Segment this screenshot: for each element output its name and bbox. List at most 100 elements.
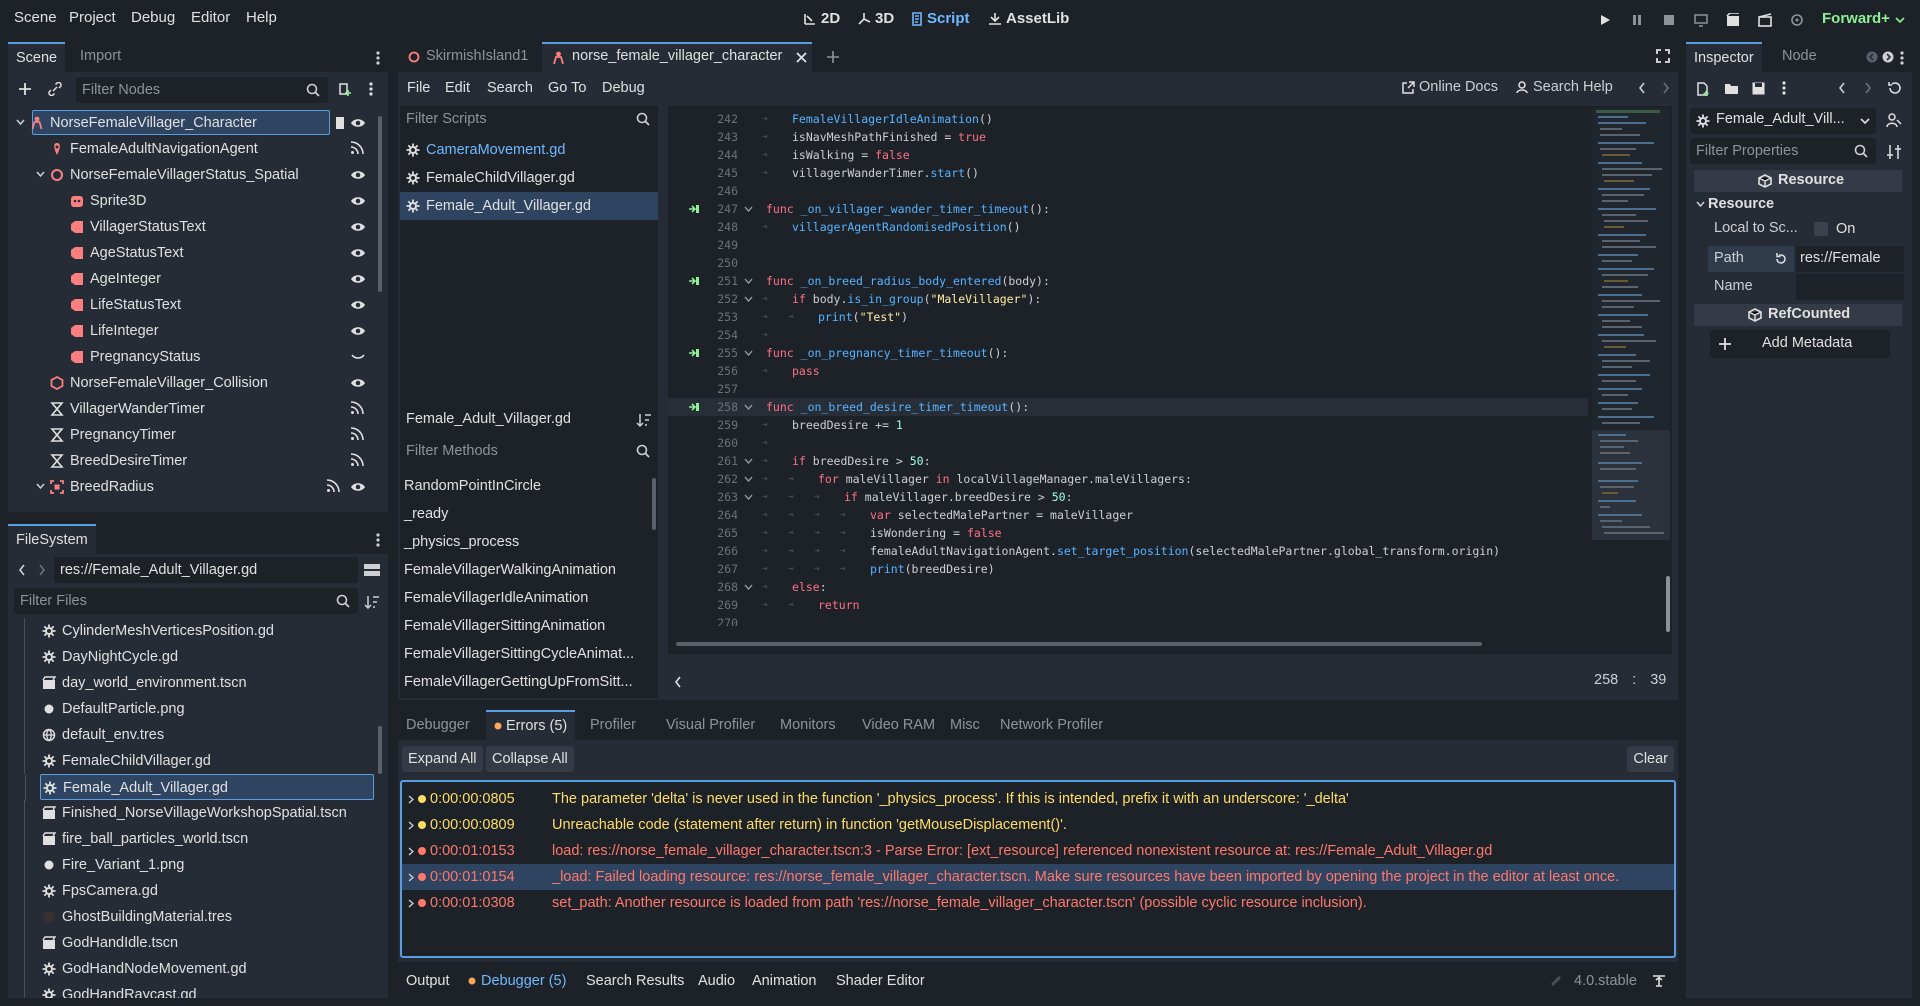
new-resource-icon[interactable]: [1696, 82, 1710, 96]
visibility-eye-icon[interactable]: [350, 271, 366, 287]
method-list-item[interactable]: FemaleVillagerIdleAnimation: [400, 584, 650, 612]
method-list-item[interactable]: FemaleVillagerSittingCycleAnimat...: [400, 640, 650, 668]
scene-tree-node[interactable]: LifeStatusText: [16, 292, 372, 318]
remote-debug-button[interactable]: [1690, 10, 1712, 30]
file-item[interactable]: default_env.tres: [14, 722, 374, 748]
back-arrow-icon[interactable]: [18, 564, 26, 576]
file-item[interactable]: FpsCamera.gd: [14, 878, 374, 904]
name-value-field[interactable]: [1796, 274, 1904, 300]
code-line[interactable]: 270: [668, 614, 1588, 626]
filter-methods-input[interactable]: Filter Methods: [400, 438, 658, 464]
code-line[interactable]: 269 ⇥ ⇥ return: [668, 596, 1588, 614]
fold-arrow-icon[interactable]: [744, 494, 753, 501]
file-item[interactable]: GodHandNodeMovement.gd: [14, 956, 374, 982]
visibility-eye-icon[interactable]: [350, 245, 366, 261]
add-node-button[interactable]: [14, 78, 36, 100]
scene-menu-button[interactable]: [360, 78, 382, 100]
scene-tree-node[interactable]: BreedDesireTimer: [16, 448, 372, 474]
connected-signal-icon[interactable]: [688, 347, 700, 359]
code-line[interactable]: 250: [668, 254, 1588, 272]
tab-audio[interactable]: Audio: [692, 966, 741, 996]
tab-filesystem[interactable]: FileSystem: [8, 524, 96, 554]
file-item[interactable]: CylinderMeshVerticesPosition.gd: [14, 618, 374, 644]
add-metadata-button[interactable]: Add Metadata: [1710, 330, 1890, 358]
split-view-icon[interactable]: [364, 563, 380, 577]
expand-arrow-icon[interactable]: [408, 847, 414, 856]
code-line[interactable]: 246: [668, 182, 1588, 200]
file-item[interactable]: Female_Adult_Villager.gd: [25, 774, 374, 801]
online-docs-button[interactable]: Online Docs: [1402, 79, 1498, 95]
code-line[interactable]: 252 ⇥ if body.is_in_group("MaleVillager"):: [668, 290, 1588, 308]
file-tree-scrollbar[interactable]: [378, 726, 382, 774]
scene-tab-norse-female-villager[interactable]: norse_female_villager_character: [542, 42, 812, 72]
history-back-icon[interactable]: [1838, 82, 1846, 94]
method-list-item[interactable]: FemaleVillagerWalkingAnimation: [400, 556, 650, 584]
error-entry[interactable]: 0:00:00:0805 The parameter 'delta' is nev…: [402, 786, 1674, 812]
scene-tree-node[interactable]: AgeInteger: [16, 266, 372, 292]
script-menu-goto[interactable]: Go To: [548, 80, 586, 96]
script-menu-search[interactable]: Search: [487, 80, 533, 96]
filter-files-input[interactable]: Filter Files: [14, 588, 358, 614]
scene-tree-node[interactable]: AgeStatusText: [16, 240, 372, 266]
tab-import[interactable]: Import: [72, 42, 129, 72]
tab-misc[interactable]: Misc: [944, 710, 986, 740]
expand-arrow-icon[interactable]: [408, 873, 414, 882]
minimap[interactable]: [1592, 108, 1670, 540]
signal-connection-icon[interactable]: [350, 453, 366, 469]
connected-signal-icon[interactable]: [688, 401, 700, 413]
code-line[interactable]: 245 ⇥ villagerWanderTimer.start(): [668, 164, 1588, 182]
dock-menu-icon[interactable]: [1900, 50, 1904, 66]
stop-button[interactable]: [1658, 10, 1680, 30]
dock-right-icon[interactable]: [1882, 51, 1894, 63]
tab-debugger[interactable]: Debugger: [400, 710, 476, 740]
expand-arrow-icon[interactable]: [408, 795, 414, 804]
method-list-item[interactable]: FemaleVillagerGettingUpFromSitt...: [400, 668, 650, 696]
scene-tree-node[interactable]: Sprite3D: [16, 188, 372, 214]
code-line[interactable]: 258 func _on_breed_desire_timer_timeout()…: [668, 398, 1588, 416]
script-list-item[interactable]: FemaleChildVillager.gd: [400, 164, 658, 192]
filter-properties-input[interactable]: Filter Properties: [1690, 138, 1876, 164]
menu-project[interactable]: Project: [69, 9, 116, 26]
inspected-object-selector[interactable]: Female_Adult_Vill...: [1690, 108, 1876, 134]
visibility-eye-icon[interactable]: [350, 115, 366, 131]
add-scene-tab-icon[interactable]: [826, 50, 840, 64]
scene-tree-node[interactable]: FemaleAdultNavigationAgent: [16, 136, 372, 162]
sort-icon[interactable]: [364, 594, 380, 610]
scene-tree-node[interactable]: VillagerStatusText: [16, 214, 372, 240]
tab-scene[interactable]: Scene: [8, 42, 66, 72]
open-folder-icon[interactable]: [1724, 82, 1739, 95]
method-list-item[interactable]: RandomPointInCircle: [400, 472, 650, 500]
tab-errors[interactable]: Errors (5): [486, 710, 576, 740]
fold-arrow-icon[interactable]: [744, 476, 753, 483]
file-item[interactable]: DefaultParticle.png: [14, 696, 374, 722]
expand-arrow-icon[interactable]: [408, 899, 414, 908]
signal-connection-icon[interactable]: [326, 479, 342, 495]
scene-tree-node[interactable]: NorseFemaleVillager_Collision: [16, 370, 372, 396]
menu-scene[interactable]: Scene: [14, 9, 57, 26]
code-line[interactable]: 264 ⇥ ⇥ ⇥ ⇥ var selectedMalePartner = maleVil…: [668, 506, 1588, 524]
visibility-eye-icon[interactable]: [350, 323, 366, 339]
close-icon[interactable]: [796, 52, 807, 63]
file-item[interactable]: Fire_Variant_1.png: [14, 852, 374, 878]
method-list-item[interactable]: _physics_process: [400, 528, 650, 556]
visibility-eye-icon[interactable]: [350, 167, 366, 183]
tab-inspector[interactable]: Inspector: [1686, 42, 1762, 72]
file-item[interactable]: GhostBuildingMaterial.tres: [14, 904, 374, 930]
resource-section-toggle[interactable]: Resource: [1694, 194, 1902, 216]
signal-connection-icon[interactable]: [350, 427, 366, 443]
tab-animation[interactable]: Animation: [746, 966, 822, 996]
collapse-all-button[interactable]: Collapse All: [486, 746, 574, 772]
code-line[interactable]: 243 ⇥ isNavMeshPathFinished = true: [668, 128, 1588, 146]
play-custom-scene-button[interactable]: [1754, 10, 1776, 30]
scene-tree-node[interactable]: BreedRadius: [16, 474, 372, 500]
code-line[interactable]: 247 func _on_villager_wander_timer_timeou…: [668, 200, 1588, 218]
signal-connection-icon[interactable]: [350, 141, 366, 157]
object-properties-icon[interactable]: [1886, 112, 1902, 128]
filesystem-path-input[interactable]: res://Female_Adult_Villager.gd: [54, 557, 358, 583]
revert-icon[interactable]: [1774, 252, 1788, 266]
file-item[interactable]: GodHandRaycast.gd: [14, 982, 374, 998]
script-menu-debug[interactable]: Debug: [602, 80, 645, 96]
code-line[interactable]: 242 ⇥ FemaleVillagerIdleAnimation(): [668, 110, 1588, 128]
script-menu-edit[interactable]: Edit: [445, 80, 470, 96]
file-item[interactable]: GodHandIdle.tscn: [14, 930, 374, 956]
